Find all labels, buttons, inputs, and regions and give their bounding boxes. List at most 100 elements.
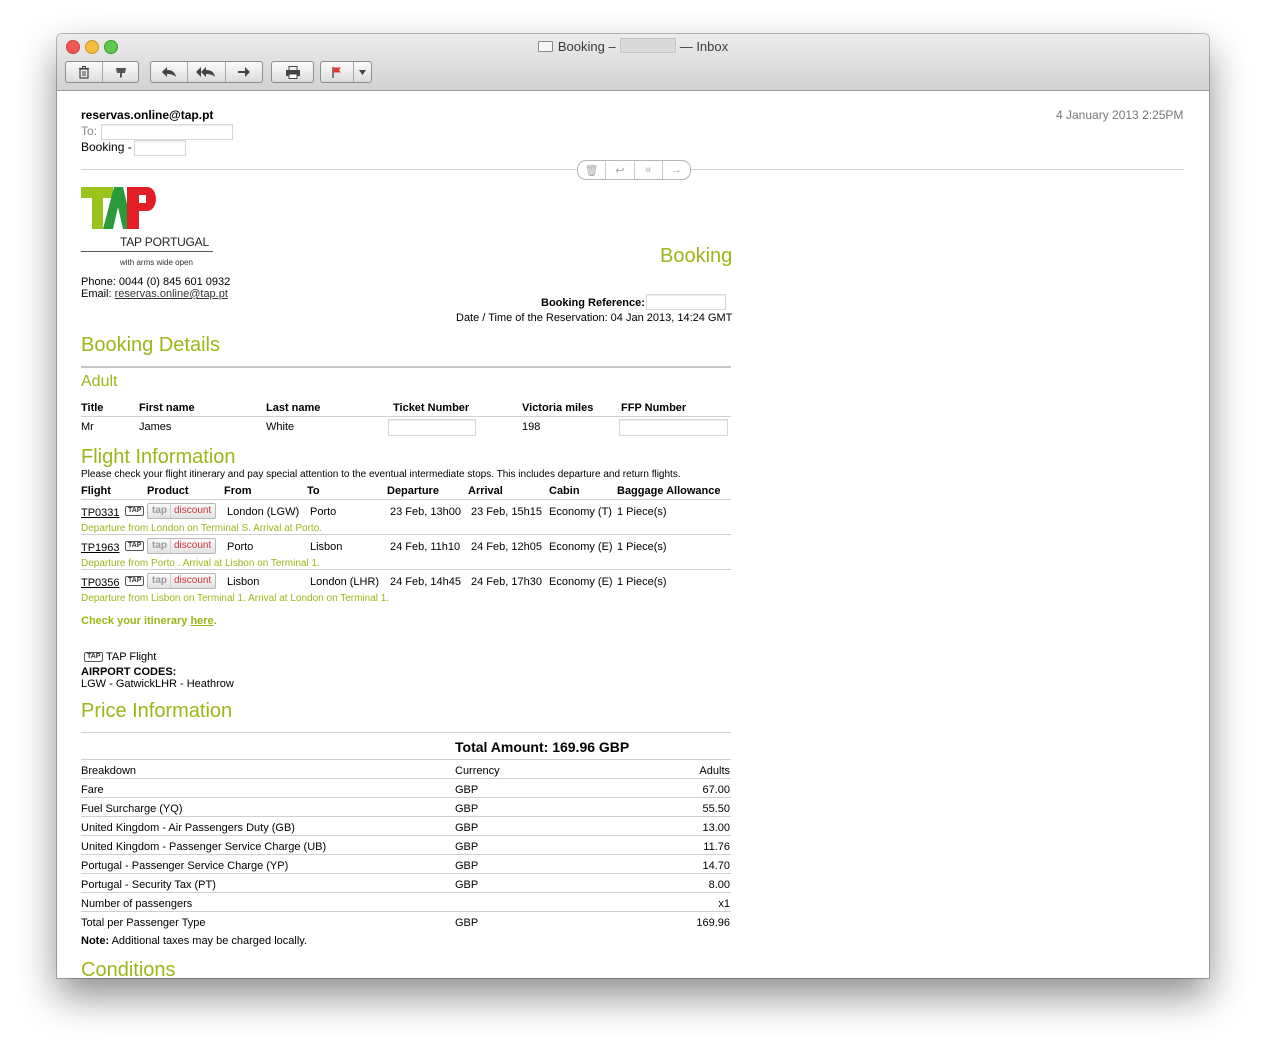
col-ffp-number: FFP Number	[621, 402, 687, 414]
price-amount: 8.00	[708, 879, 730, 891]
price-currency: GBP	[455, 822, 479, 834]
inline-reply-button[interactable]: ↩	[606, 161, 635, 179]
price-amount: 67.00	[702, 784, 730, 796]
print-button[interactable]	[272, 62, 313, 82]
redacted-ffp-number	[619, 419, 728, 436]
tap-logo-mark	[81, 187, 156, 229]
flight-arrival: 23 Feb, 15h15	[471, 506, 542, 518]
total-amount: Total Amount: 169.96 GBP	[455, 739, 630, 755]
sender-address[interactable]: reservas.online@tap.pt	[81, 108, 213, 122]
price-label: Portugal - Passenger Service Charge (YP)	[81, 860, 289, 872]
price-info-title: Price Information	[81, 700, 233, 722]
tap-flight-tag: TAP	[125, 506, 145, 516]
flight-number-link[interactable]: TP0356	[81, 577, 120, 589]
price-label: Portugal - Security Tax (PT)	[81, 879, 216, 891]
price-total-divider	[81, 759, 731, 760]
inline-reply-all-button[interactable]: «	[635, 161, 663, 179]
price-row-divider	[81, 911, 731, 912]
reply-all-button[interactable]	[188, 62, 226, 82]
col-flight: Flight	[81, 485, 111, 497]
reply-all-icon: «	[645, 164, 652, 176]
passenger-title: Mr	[81, 421, 94, 433]
price-row-divider	[81, 892, 731, 893]
price-label: Fuel Surcharge (YQ)	[81, 803, 183, 815]
logo-tagline: with arms wide open	[120, 258, 193, 267]
price-currency: GBP	[455, 784, 479, 796]
title-bar[interactable]: Booking – — Inbox	[57, 34, 1209, 91]
flight-number-link[interactable]: TP1963	[81, 542, 120, 554]
col-arrival: Arrival	[468, 485, 503, 497]
col-adults: Adults	[699, 765, 730, 777]
junk-button[interactable]	[103, 62, 138, 82]
col-ticket-number: Ticket Number	[393, 402, 470, 414]
contact-email: Email: reservas.online@tap.pt	[81, 288, 228, 300]
flag-icon	[332, 66, 341, 78]
itinerary-link[interactable]: here	[190, 615, 213, 627]
logo-underline	[81, 251, 213, 252]
col-baggage: Baggage Allowance	[617, 485, 721, 497]
airport-codes: LGW - GatwickLHR - Heathrow	[81, 678, 234, 690]
flag-menu-button[interactable]	[354, 62, 371, 82]
subject-line: Booking -	[81, 140, 132, 154]
passenger-first-name: James	[139, 421, 172, 433]
inline-forward-button[interactable]: →	[663, 161, 690, 179]
col-product: Product	[147, 485, 189, 497]
price-label: Number of passengers	[81, 898, 193, 910]
flight-header-divider	[81, 499, 731, 500]
col-currency: Currency	[455, 765, 500, 777]
flight-baggage: 1 Piece(s)	[617, 506, 667, 518]
price-label: United Kingdom - Air Passengers Duty (GB…	[81, 822, 295, 834]
tap-discount-badge: tap discount	[147, 573, 217, 589]
inline-action-bar: 🗑 ↩ « →	[577, 160, 691, 180]
reply-button[interactable]	[151, 62, 189, 82]
message-content: reservas.online@tap.pt To: Booking - 4 J…	[57, 91, 1209, 978]
message-date: 4 January 2013 2:25PM	[1056, 108, 1184, 122]
header-divider-right	[689, 169, 1184, 170]
delete-button[interactable]	[66, 62, 103, 82]
tap-flight-tag: TAP	[125, 541, 145, 551]
airport-codes-label: AIRPORT CODES:	[81, 666, 177, 678]
tap-flight-legend: TAP Flight	[106, 651, 157, 663]
price-label: Fare	[81, 784, 104, 796]
flight-arrival: 24 Feb, 17h30	[471, 576, 542, 588]
flight-info-title: Flight Information	[81, 446, 236, 468]
tap-flight-tag: TAP	[84, 652, 104, 662]
price-currency: GBP	[455, 803, 479, 815]
flight-departure: 23 Feb, 13h00	[390, 506, 461, 518]
logo-name: TAP PORTUGAL	[120, 235, 209, 249]
mail-window: Booking – — Inbox reservas.online@tap.pt…	[57, 34, 1209, 978]
tap-discount-badge: tap discount	[147, 503, 217, 519]
forward-button[interactable]	[226, 62, 262, 82]
redacted-subject	[134, 140, 186, 156]
inline-delete-button[interactable]: 🗑	[578, 161, 607, 179]
reply-icon: ↩	[615, 164, 625, 177]
flight-number-link[interactable]: TP0331	[81, 507, 120, 519]
redacted-title	[619, 38, 676, 53]
col-cabin: Cabin	[549, 485, 580, 497]
price-amount: x1	[718, 898, 730, 910]
col-title: Title	[81, 402, 104, 414]
col-departure: Departure	[387, 485, 439, 497]
section-divider	[81, 366, 731, 368]
flight-terminal-note: Departure from Lisbon on Terminal 1. Arr…	[81, 593, 390, 604]
email-link[interactable]: reservas.online@tap.pt	[115, 288, 228, 300]
price-top-divider	[81, 732, 731, 733]
adult-subtitle: Adult	[81, 373, 118, 390]
price-amount: 11.76	[703, 841, 730, 853]
trash-icon	[79, 65, 89, 79]
header-divider-left	[81, 169, 577, 170]
price-amount: 14.70	[702, 860, 730, 872]
delete-junk-group	[65, 61, 139, 83]
conditions-title: Conditions	[81, 959, 176, 978]
flight-cabin: Economy (E)	[549, 576, 613, 588]
price-row-divider	[81, 797, 731, 798]
passenger-miles: 198	[522, 421, 541, 433]
price-row-divider	[81, 854, 731, 855]
reservation-datetime: Date / Time of the Reservation: 04 Jan 2…	[456, 312, 733, 324]
flight-row-divider	[81, 534, 731, 535]
flight-from: London (LGW)	[227, 506, 300, 518]
passenger-last-name: White	[266, 421, 295, 433]
price-currency: GBP	[455, 860, 479, 872]
flag-button[interactable]	[321, 62, 354, 82]
price-currency: GBP	[455, 879, 479, 891]
